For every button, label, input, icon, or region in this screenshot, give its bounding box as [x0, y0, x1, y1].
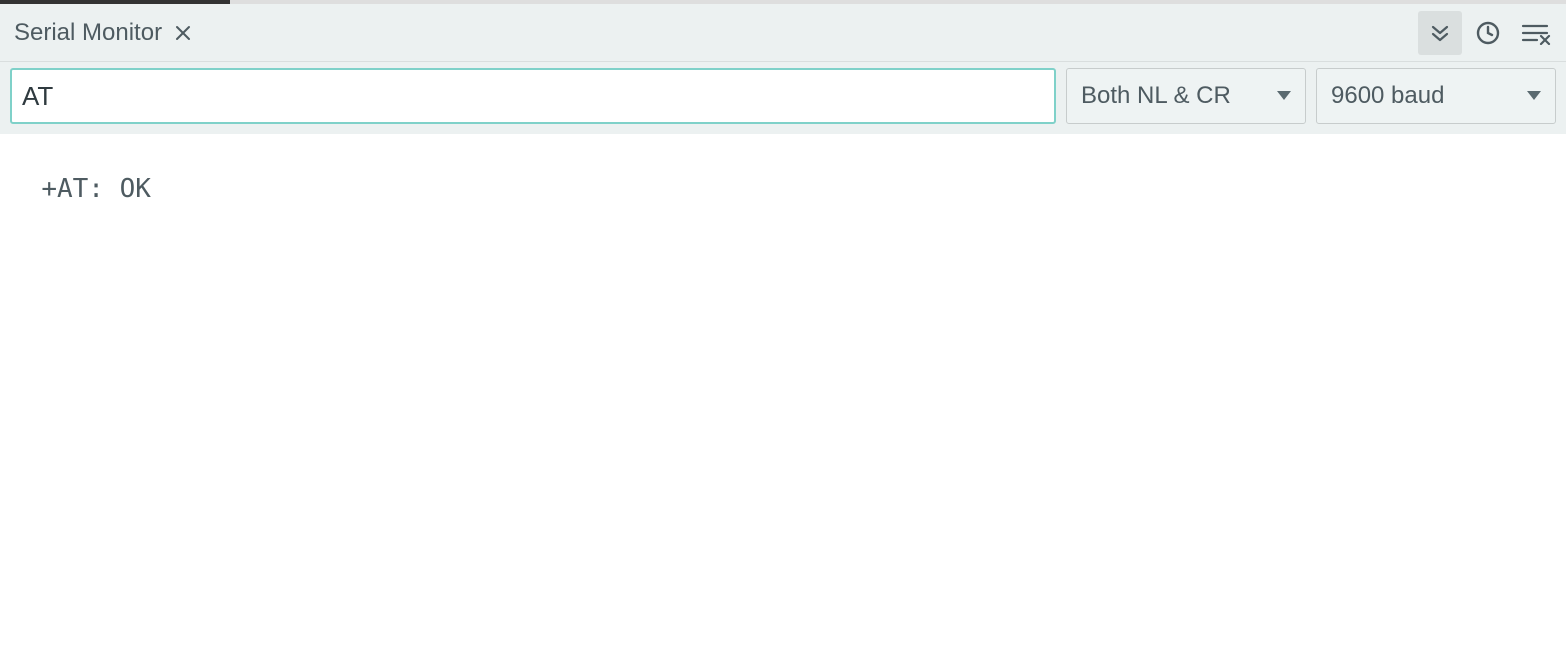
- clock-icon: [1475, 20, 1501, 46]
- line-ending-select[interactable]: Both NL & CR: [1066, 68, 1306, 124]
- chevron-down-icon: [1527, 91, 1541, 101]
- serial-output: +AT: OK: [0, 134, 1566, 214]
- clear-lines-icon: [1521, 21, 1551, 45]
- chevron-down-icon: [1277, 91, 1291, 101]
- close-icon[interactable]: [174, 24, 192, 42]
- toolbar: Both NL & CR 9600 baud: [0, 62, 1566, 134]
- window-top-border: [0, 0, 1566, 4]
- line-ending-label: Both NL & CR: [1081, 82, 1231, 110]
- output-line: +AT: OK: [41, 174, 151, 204]
- tab-title: Serial Monitor: [14, 19, 162, 47]
- autoscroll-button[interactable]: [1418, 11, 1462, 55]
- timestamp-button[interactable]: [1466, 11, 1510, 55]
- tab[interactable]: Serial Monitor: [14, 19, 192, 47]
- baud-rate-select[interactable]: 9600 baud: [1316, 68, 1556, 124]
- clear-output-button[interactable]: [1514, 11, 1558, 55]
- double-chevron-down-icon: [1428, 21, 1452, 45]
- command-input[interactable]: [10, 68, 1056, 124]
- baud-rate-label: 9600 baud: [1331, 82, 1444, 110]
- panel-header: Serial Monitor: [0, 4, 1566, 62]
